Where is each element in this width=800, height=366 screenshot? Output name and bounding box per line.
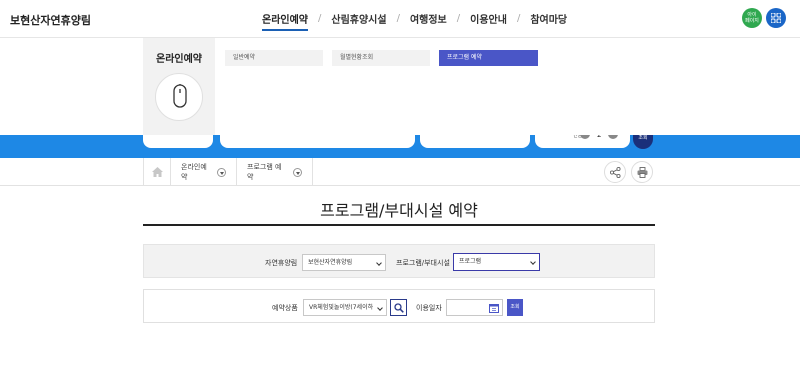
nav-travel-info[interactable]: 여행정보: [410, 11, 447, 26]
filter-box-product: 예약상품 VR체험및놀이방(7세이하 이용일자 조회: [143, 289, 655, 323]
breadcrumb: 온라인예약 프로그램 예약: [0, 158, 800, 186]
nav-separator: /: [516, 13, 521, 24]
main-nav: 온라인예약 / 산림휴양시설 / 여행정보 / 이용안내 / 참여마당: [262, 11, 567, 31]
date-label: 이용일자: [416, 304, 442, 312]
submenu-monthly-status[interactable]: 월별현황조회: [332, 50, 430, 66]
page: 보현산자연휴양림 온라인예약 / 산림휴양시설 / 여행정보 / 이용안내 / …: [0, 0, 800, 366]
mega-menu-side: 온라인예약: [143, 38, 215, 135]
quick-reservation-band: 인원 2 조회: [0, 129, 800, 158]
breadcrumb-level1-label: 온라인예약: [181, 163, 207, 181]
forest-select-value: 보현산자연휴양림: [308, 259, 353, 266]
home-icon: [151, 167, 163, 177]
print-button[interactable]: [631, 161, 653, 183]
chevron-down-icon: [217, 167, 226, 177]
search-icon: [394, 303, 404, 313]
forest-label: 자연휴양림: [265, 259, 298, 267]
mega-menu-title: 온라인예약: [156, 54, 202, 65]
submenu-general-reservation[interactable]: 일반예약: [225, 50, 323, 66]
mega-menu: 온라인예약 일반예약 월별현황조회 프로그램 예약: [0, 38, 800, 135]
home-button[interactable]: [143, 158, 171, 186]
type-select[interactable]: 프로그램: [453, 253, 540, 271]
my-page-button[interactable]: 아이 페이지: [742, 8, 762, 28]
type-select-value: 프로그램: [459, 258, 482, 265]
breadcrumb-level2[interactable]: 프로그램 예약: [237, 158, 313, 186]
share-icon: [610, 167, 621, 178]
type-label: 프로그램/부대시설: [396, 259, 450, 267]
nav-participation[interactable]: 참여마당: [530, 11, 567, 26]
breadcrumb-level2-label: 프로그램 예약: [247, 163, 282, 181]
grid-icon: [771, 13, 781, 23]
title-divider: [143, 224, 655, 226]
product-search-button[interactable]: [390, 299, 407, 316]
nav-separator: /: [456, 13, 461, 24]
chevron-down-icon: [377, 305, 383, 311]
site-logo[interactable]: 보현산자연휴양림: [10, 12, 91, 28]
nav-usage-guide[interactable]: 이용안내: [470, 11, 507, 26]
site-header: 보현산자연휴양림 온라인예약 / 산림휴양시설 / 여행정보 / 이용안내 / …: [0, 0, 800, 38]
calendar-icon: [489, 304, 499, 313]
share-button[interactable]: [604, 161, 626, 183]
chevron-down-icon: [376, 260, 382, 266]
chevron-down-icon: [293, 167, 302, 177]
filter-box-facility: 자연휴양림 보현산자연휴양림 프로그램/부대시설 프로그램: [143, 244, 655, 278]
submenu-program-reservation[interactable]: 프로그램 예약: [439, 50, 538, 66]
breadcrumb-inner: 온라인예약 프로그램 예약: [143, 158, 313, 186]
lookup-button[interactable]: 조회: [507, 299, 523, 316]
print-icon: [637, 167, 648, 178]
page-title: 프로그램/부대시설 예약: [320, 201, 478, 220]
nav-online-reservation[interactable]: 온라인예약: [262, 11, 308, 31]
forest-select[interactable]: 보현산자연휴양림: [302, 254, 386, 271]
mouse-icon: [173, 84, 187, 108]
my-page-label: 아이 페이지: [745, 12, 759, 24]
chevron-down-icon: [530, 259, 536, 265]
nav-forest-facilities[interactable]: 산림휴양시설: [331, 11, 386, 26]
date-input[interactable]: [446, 299, 503, 316]
all-menu-button[interactable]: [766, 8, 786, 28]
nav-separator: /: [318, 13, 322, 24]
mouse-icon-circle: [155, 73, 203, 121]
product-label: 예약상품: [272, 304, 298, 312]
nav-separator: /: [396, 13, 400, 24]
product-select[interactable]: VR체험및놀이방(7세이하: [303, 299, 387, 316]
product-select-value: VR체험및놀이방(7세이하: [309, 304, 374, 311]
breadcrumb-level1[interactable]: 온라인예약: [171, 158, 237, 186]
